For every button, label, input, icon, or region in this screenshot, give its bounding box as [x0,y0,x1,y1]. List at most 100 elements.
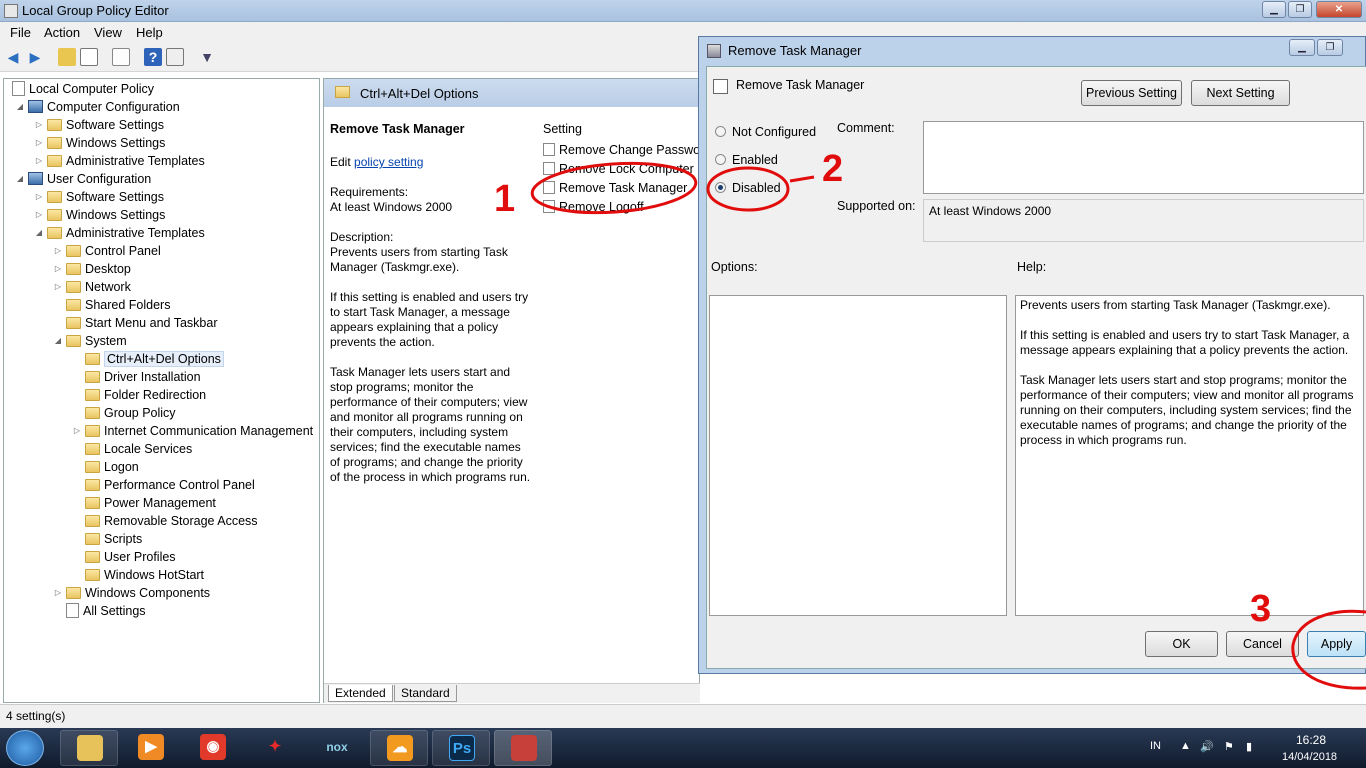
tree-item[interactable]: ◢ System [52,332,127,350]
tree-item[interactable]: Windows HotStart [71,566,204,584]
tree-item[interactable]: ▷ Control Panel [52,242,161,260]
filter-icon[interactable]: ▼ [198,48,216,66]
taskbar-nox[interactable]: nox [308,730,366,766]
folder-icon [66,587,81,599]
previous-setting-button[interactable]: Previous Setting [1081,80,1182,106]
tree-item[interactable]: ▷ Windows Settings [33,134,165,152]
radio-not-configured[interactable]: Not Configured [715,125,816,139]
taskbar-photoshop[interactable]: Ps [432,730,490,766]
collapsed-arrow-icon[interactable]: ▷ [52,242,64,260]
show-hide-tree-icon[interactable] [80,48,98,66]
comment-input[interactable] [923,121,1364,194]
collapsed-arrow-icon[interactable]: ▷ [71,422,83,440]
folder-icon [335,86,350,98]
ok-button[interactable]: OK [1145,631,1218,657]
tree-item[interactable]: Driver Installation [71,368,201,386]
collapsed-arrow-icon[interactable]: ▷ [33,206,45,224]
action-center-icon[interactable]: ⚑ [1224,740,1234,753]
radio-enabled[interactable]: Enabled [715,153,778,167]
tree-item[interactable]: ◢ Computer Configuration [14,98,180,116]
language-indicator[interactable]: IN [1150,740,1161,752]
menu-help[interactable]: Help [136,25,163,40]
tree-item[interactable]: Logon [71,458,139,476]
tree-item[interactable]: ▷ Windows Components [52,584,210,602]
collapsed-arrow-icon[interactable]: ▷ [52,584,64,602]
menu-file[interactable]: File [10,25,31,40]
expanded-arrow-icon[interactable]: ◢ [14,170,26,188]
network-icon[interactable]: ▮ [1246,740,1252,753]
minimize-button[interactable]: ▁ [1262,1,1286,18]
tree-item[interactable]: User Profiles [71,548,176,566]
tree-item[interactable]: ▷ Windows Settings [33,206,165,224]
folder-icon [85,407,100,419]
setting-row[interactable]: Remove Logoff [543,200,644,214]
forward-arrow-icon[interactable]: ▶ [26,48,44,66]
apply-button[interactable]: Apply [1307,631,1366,657]
clock-date[interactable]: 14/04/2018 [1282,751,1337,763]
tree-item[interactable]: ▷ Network [52,278,131,296]
up-folder-icon[interactable] [58,48,76,66]
clock-time[interactable]: 16:28 [1296,733,1326,747]
dialog-app-icon [707,44,721,58]
tree-item[interactable]: Performance Control Panel [71,476,255,494]
tree-item[interactable]: Group Policy [71,404,176,422]
policy-setting-link[interactable]: policy setting [354,155,423,169]
taskbar-policy-editor[interactable] [494,730,552,766]
tree-item[interactable]: Start Menu and Taskbar [52,314,217,332]
expanded-arrow-icon[interactable]: ◢ [52,332,64,350]
expanded-arrow-icon[interactable]: ◢ [33,224,45,242]
tab-extended[interactable]: Extended [328,685,393,702]
tree-item[interactable]: ◢ Administrative Templates [33,224,205,242]
menu-view[interactable]: View [94,25,122,40]
setting-row[interactable]: Remove Change Password [543,143,711,157]
tree-item[interactable]: Power Management [71,494,216,512]
taskbar-media-player[interactable]: ▶ [122,730,180,766]
next-setting-button[interactable]: Next Setting [1191,80,1290,106]
tree-item[interactable]: ▷ Software Settings [33,188,164,206]
tree-item[interactable]: Removable Storage Access [71,512,258,530]
tree-item[interactable]: ▷ Internet Communication Management [71,422,313,440]
collapsed-arrow-icon[interactable]: ▷ [33,152,45,170]
setting-row-selected[interactable]: Remove Task Manager [543,181,687,195]
help-icon[interactable]: ? [144,48,162,66]
tab-standard[interactable]: Standard [394,685,457,702]
taskbar-explorer[interactable] [60,730,118,766]
tree-item[interactable]: ▷ Administrative Templates [33,152,205,170]
collapsed-arrow-icon[interactable]: ▷ [52,260,64,278]
dialog-minimize-button[interactable]: ▁ [1289,39,1315,56]
column-header-setting[interactable]: Setting [543,122,582,136]
tree-item[interactable]: ◢ User Configuration [14,170,151,188]
collapsed-arrow-icon[interactable]: ▷ [33,188,45,206]
tree-item[interactable]: ▷ Desktop [52,260,131,278]
tree-item[interactable]: Folder Redirection [71,386,206,404]
main-title-bar[interactable]: Local Group Policy Editor ▁ ❐ ✕ [0,0,1366,22]
taskbar-uc-browser[interactable]: ☁ [370,730,428,766]
taskbar-app-red[interactable]: ◉ [184,730,242,766]
cancel-button[interactable]: Cancel [1226,631,1299,657]
radio-disabled[interactable]: Disabled [715,181,781,195]
collapsed-arrow-icon[interactable]: ▷ [52,278,64,296]
show-hidden-icons-icon[interactable]: ▲ [1180,740,1191,752]
expanded-arrow-icon[interactable]: ◢ [14,98,26,116]
tree-item[interactable]: Ctrl+Alt+Del Options [71,350,224,368]
properties-icon[interactable] [166,48,184,66]
tree-root[interactable]: Local Computer Policy [10,80,154,98]
volume-icon[interactable]: 🔊 [1200,740,1214,753]
export-list-icon[interactable] [112,48,130,66]
tree-item[interactable]: ▷ Software Settings [33,116,164,134]
tree-item[interactable]: Shared Folders [52,296,170,314]
collapsed-arrow-icon[interactable]: ▷ [33,116,45,134]
status-bar: 4 setting(s) [0,704,1366,728]
back-arrow-icon[interactable]: ◀ [4,48,22,66]
close-button[interactable]: ✕ [1316,1,1362,18]
menu-action[interactable]: Action [44,25,80,40]
collapsed-arrow-icon[interactable]: ▷ [33,134,45,152]
start-button-windows-icon[interactable] [6,730,44,766]
taskbar-garena[interactable]: ✦ [246,730,304,766]
tree-item[interactable]: Scripts [71,530,142,548]
tree-item[interactable]: Locale Services [71,440,192,458]
tree-item[interactable]: All Settings [52,602,146,620]
dialog-maximize-button[interactable]: ❐ [1317,39,1343,56]
setting-row[interactable]: Remove Lock Computer [543,162,694,176]
maximize-button[interactable]: ❐ [1288,1,1312,18]
